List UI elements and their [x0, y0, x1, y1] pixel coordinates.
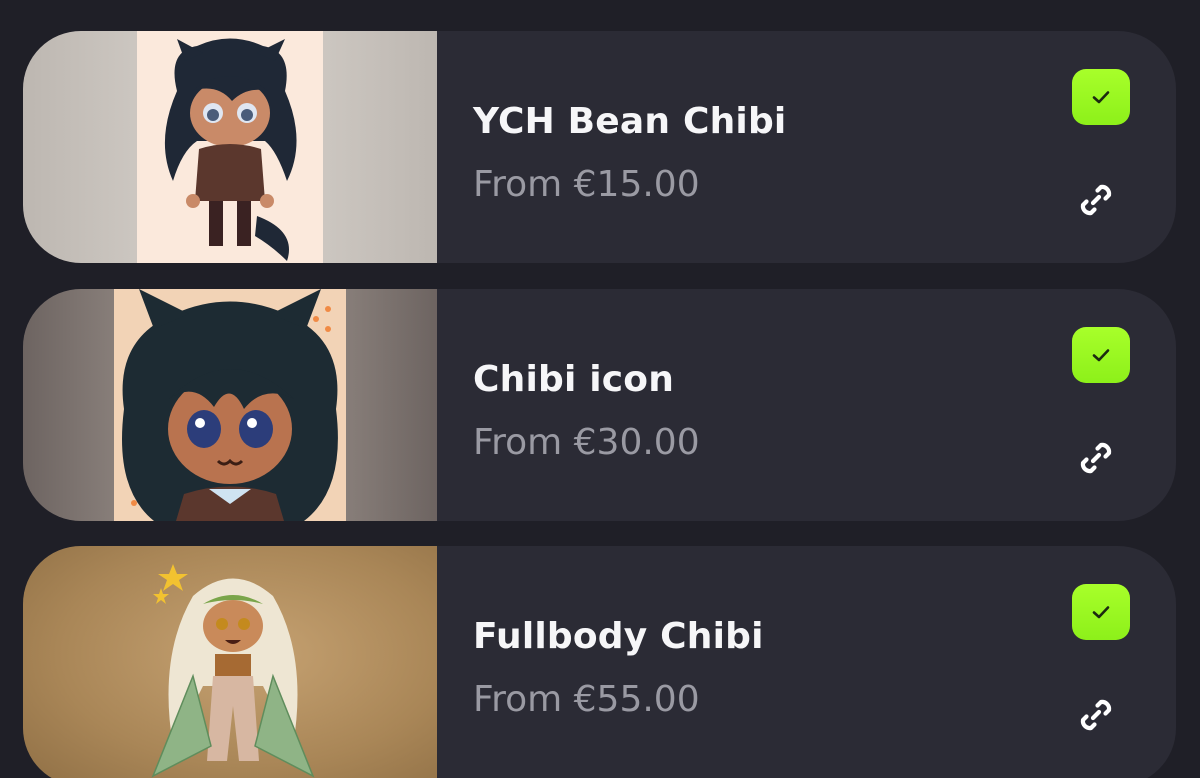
checkmark-icon — [1092, 91, 1110, 104]
chibi-icon-art — [122, 289, 338, 521]
checkmark-icon — [1092, 349, 1110, 362]
chibi-character-art — [164, 38, 297, 261]
enabled-checkbox[interactable] — [1072, 584, 1130, 640]
commission-card[interactable]: Fullbody Chibi From €55.00 — [23, 546, 1176, 778]
commission-title: YCH Bean Chibi — [473, 101, 787, 142]
commission-title: Chibi icon — [473, 359, 675, 400]
commission-price: From €55.00 — [473, 679, 700, 720]
commission-card[interactable]: Chibi icon From €30.00 — [23, 289, 1176, 521]
commission-price: From €15.00 — [473, 164, 700, 205]
commission-list: YCH Bean Chibi From €15.00 Chibi icon Fr… — [0, 0, 1200, 778]
commission-card[interactable]: YCH Bean Chibi From €15.00 — [23, 31, 1176, 263]
link-icon — [1080, 184, 1112, 216]
copy-link-button[interactable] — [1073, 177, 1119, 223]
copy-link-button[interactable] — [1073, 435, 1119, 481]
link-icon — [1080, 699, 1112, 731]
commission-thumbnail — [23, 31, 437, 263]
checkmark-icon — [1092, 606, 1110, 619]
link-icon — [1080, 442, 1112, 474]
enabled-checkbox[interactable] — [1072, 327, 1130, 383]
copy-link-button[interactable] — [1073, 692, 1119, 738]
enabled-checkbox[interactable] — [1072, 69, 1130, 125]
commission-price: From €30.00 — [473, 422, 700, 463]
fullbody-chibi-art — [151, 564, 315, 778]
commission-thumbnail — [23, 289, 437, 521]
commission-title: Fullbody Chibi — [473, 616, 764, 657]
commission-thumbnail — [23, 546, 437, 778]
